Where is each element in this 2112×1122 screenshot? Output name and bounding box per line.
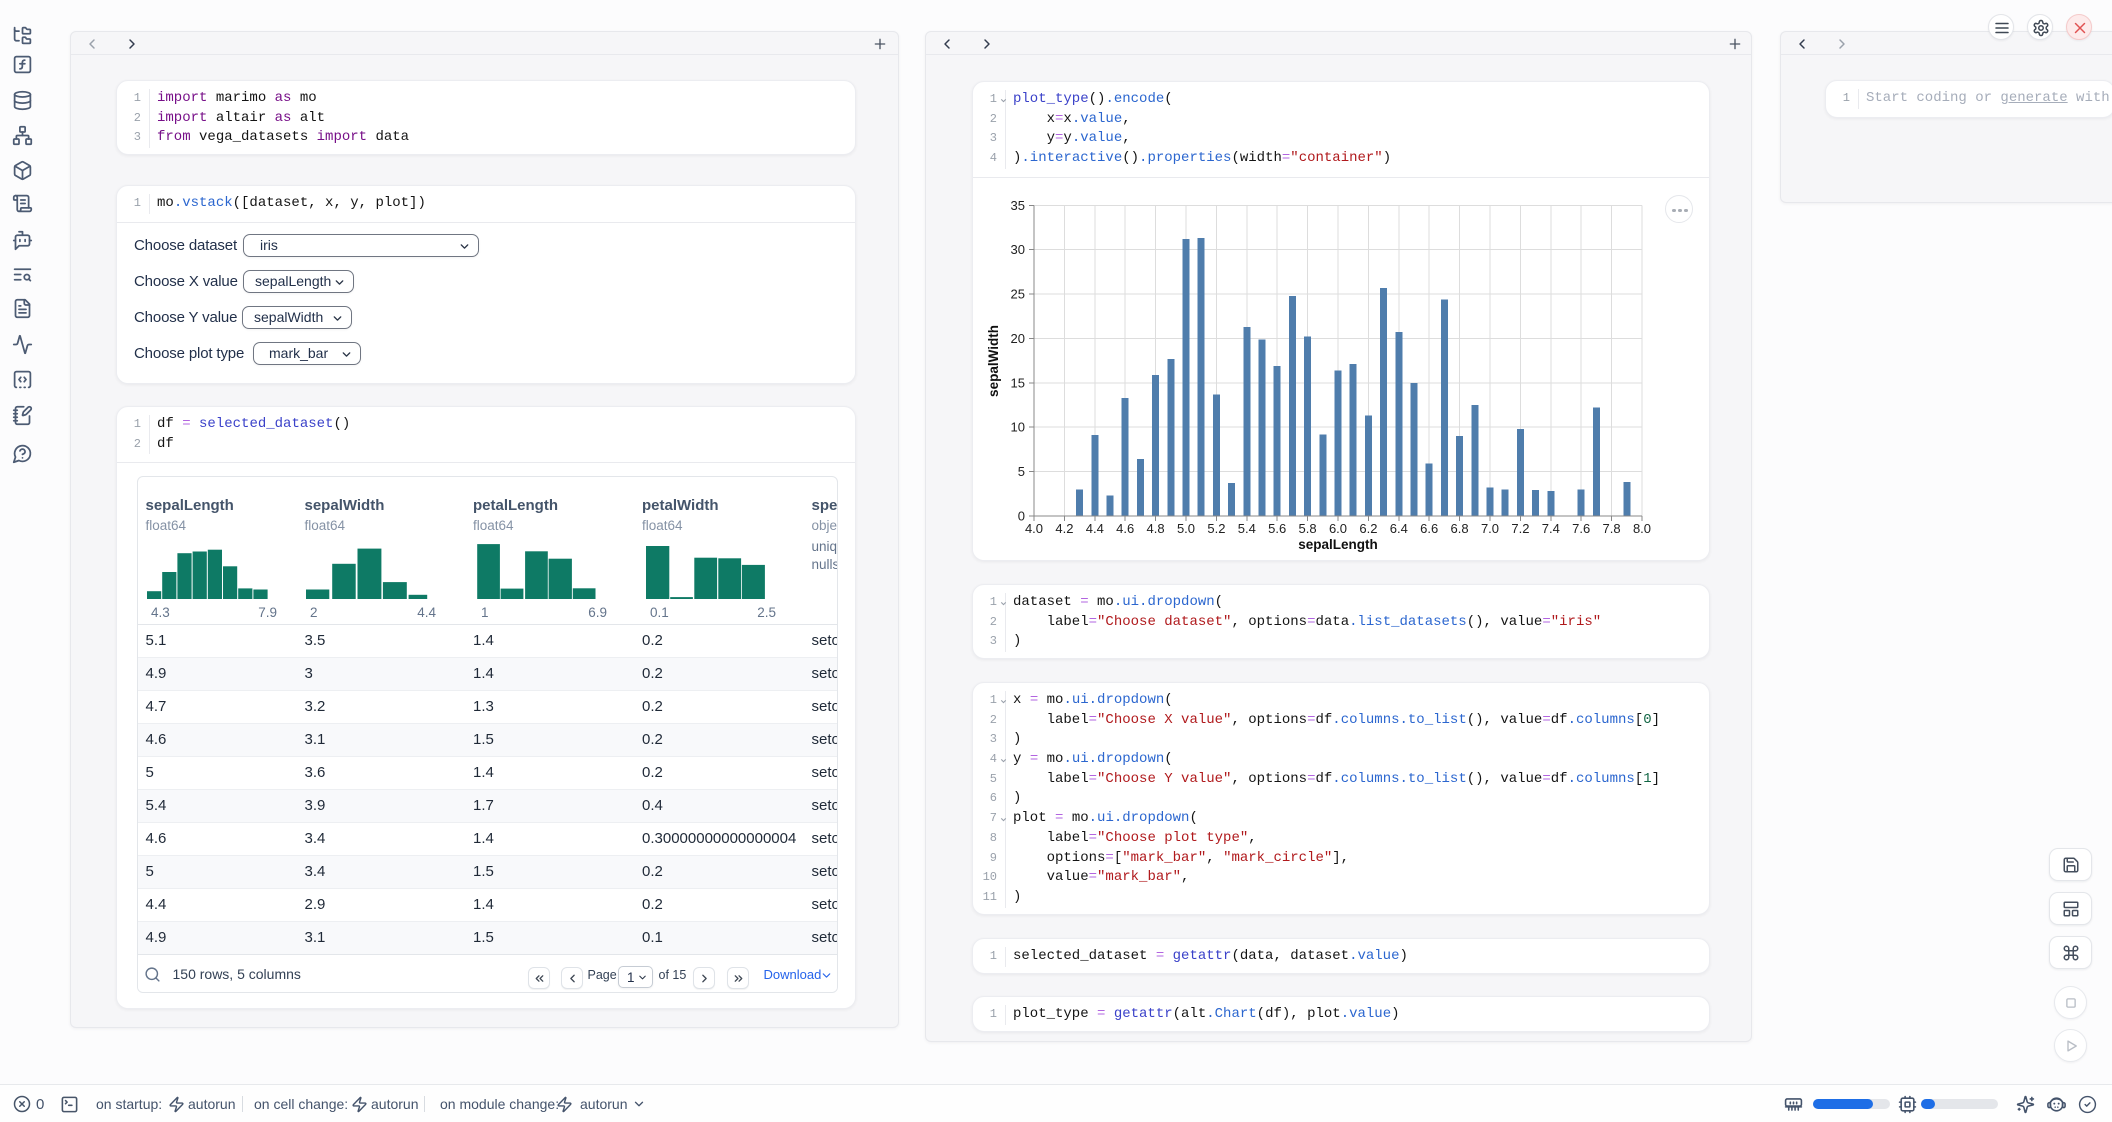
svg-text:5.2: 5.2 bbox=[1207, 521, 1225, 536]
svg-text:8.0: 8.0 bbox=[1633, 521, 1651, 536]
svg-text:15: 15 bbox=[1011, 375, 1025, 390]
svg-text:5.6: 5.6 bbox=[1268, 521, 1286, 536]
svg-text:30: 30 bbox=[1011, 242, 1025, 257]
svg-text:sepalWidth: sepalWidth bbox=[986, 325, 1001, 397]
svg-text:7.0: 7.0 bbox=[1481, 521, 1499, 536]
svg-text:5: 5 bbox=[1018, 464, 1025, 479]
svg-text:7.6: 7.6 bbox=[1572, 521, 1590, 536]
svg-text:6.2: 6.2 bbox=[1359, 521, 1377, 536]
svg-text:5.8: 5.8 bbox=[1299, 521, 1317, 536]
svg-text:4.4: 4.4 bbox=[1086, 521, 1104, 536]
svg-text:sepalLength: sepalLength bbox=[1298, 537, 1378, 552]
svg-text:7.2: 7.2 bbox=[1511, 521, 1529, 536]
svg-text:5.0: 5.0 bbox=[1177, 521, 1195, 536]
svg-text:10: 10 bbox=[1011, 420, 1025, 435]
svg-text:25: 25 bbox=[1011, 287, 1025, 302]
svg-text:6.8: 6.8 bbox=[1451, 521, 1469, 536]
svg-text:35: 35 bbox=[1011, 198, 1025, 213]
svg-text:0: 0 bbox=[1018, 508, 1025, 523]
svg-text:6.0: 6.0 bbox=[1329, 521, 1347, 536]
svg-text:4.0: 4.0 bbox=[1025, 521, 1043, 536]
svg-text:5.4: 5.4 bbox=[1238, 521, 1256, 536]
svg-text:4.8: 4.8 bbox=[1147, 521, 1165, 536]
svg-text:7.4: 7.4 bbox=[1542, 521, 1560, 536]
svg-text:4.6: 4.6 bbox=[1116, 521, 1134, 536]
svg-text:6.6: 6.6 bbox=[1420, 521, 1438, 536]
svg-text:20: 20 bbox=[1011, 331, 1025, 346]
svg-text:4.2: 4.2 bbox=[1055, 521, 1073, 536]
svg-text:6.4: 6.4 bbox=[1390, 521, 1408, 536]
svg-text:7.8: 7.8 bbox=[1603, 521, 1621, 536]
